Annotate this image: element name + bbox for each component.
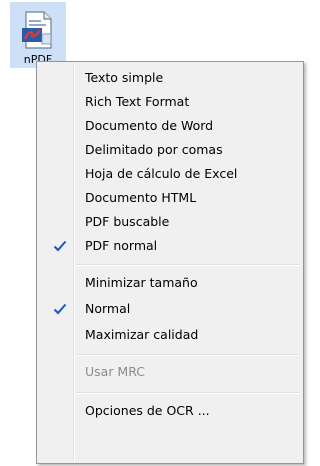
menu-item-label: Rich Text Format [85,94,190,109]
menu-item-opciones-de-ocr[interactable]: Opciones de OCR ... [39,400,301,422]
menu-item-label: PDF buscable [85,214,170,229]
menu-item-documento-html[interactable]: Documento HTML [39,187,301,209]
menu-item-documento-de-word[interactable]: Documento de Word [39,115,301,137]
menu-item-label: Usar MRC [85,364,146,379]
menu-item-hoja-de-calculo-excel[interactable]: Hoja de cálculo de Excel [39,163,301,185]
menu-item-minimizar-tamano[interactable]: Minimizar tamaño [39,272,301,294]
menu-item-label: Texto simple [85,70,164,85]
menu-item-label: Documento de Word [85,118,214,133]
menu-item-usar-mrc: Usar MRC [39,361,301,383]
checkmark-icon [53,303,67,315]
menu-item-delimitado-por-comas[interactable]: Delimitado por comas [39,139,301,161]
menu-item-normal[interactable]: Normal [39,298,301,320]
context-menu: Texto simple Rich Text Format Documento … [36,61,304,464]
menu-separator [75,264,299,266]
menu-item-label: Maximizar calidad [85,327,199,342]
menu-item-label: Minimizar tamaño [85,275,198,290]
menu-item-pdf-normal[interactable]: PDF normal [39,235,301,257]
menu-item-texto-simple[interactable]: Texto simple [39,67,301,89]
menu-item-label: Opciones de OCR ... [85,403,210,418]
pdf-document-icon [22,11,52,49]
menu-separator [75,392,299,394]
menu-separator [75,354,299,356]
screen: nPDF Texto simple Rich Text Format Docum… [0,0,306,466]
menu-item-label: Delimitado por comas [85,142,223,157]
menu-item-maximizar-calidad[interactable]: Maximizar calidad [39,324,301,346]
menu-item-label: Normal [85,301,131,316]
menu-item-label: PDF normal [85,238,158,253]
menu-item-pdf-buscable[interactable]: PDF buscable [39,211,301,233]
menu-item-rich-text-format[interactable]: Rich Text Format [39,91,301,113]
menu-item-label: Documento HTML [85,190,197,205]
menu-item-label: Hoja de cálculo de Excel [85,166,238,181]
app-button[interactable]: nPDF [10,2,66,68]
checkmark-icon [53,240,67,252]
